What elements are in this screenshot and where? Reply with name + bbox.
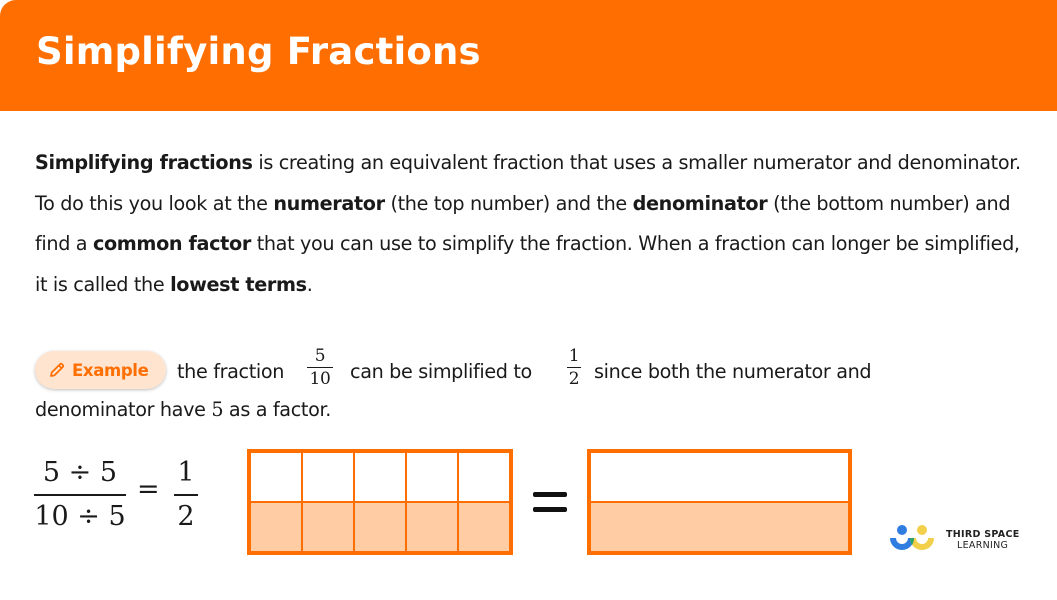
bar-model-tenths bbox=[247, 449, 513, 555]
logo-wordmark: THIRD SPACE LEARNING bbox=[946, 529, 1020, 551]
shaded-part bbox=[302, 502, 354, 552]
unshaded-part bbox=[590, 452, 849, 502]
fraction-bar bbox=[34, 494, 126, 496]
definition-text: Simplifying fractions is creating an equ… bbox=[35, 143, 1035, 305]
bar-model-halves bbox=[587, 449, 852, 555]
example-label: Example bbox=[72, 360, 149, 380]
example-text: denominator have bbox=[35, 398, 212, 421]
unshaded-part bbox=[458, 452, 510, 502]
third-space-learning-logo: THIRD SPACE LEARNING bbox=[888, 524, 1020, 556]
equation-denominator: 10 ÷ 5 bbox=[34, 501, 126, 532]
result-numerator: 1 bbox=[177, 457, 195, 488]
unshaded-part bbox=[406, 452, 458, 502]
division-fraction: 5 ÷ 5 10 ÷ 5 bbox=[34, 455, 126, 535]
equals-bar-bottom bbox=[533, 507, 567, 512]
example-text: as a factor. bbox=[223, 398, 331, 421]
shaded-part bbox=[406, 502, 458, 552]
term-lowest-terms: lowest terms bbox=[170, 272, 307, 296]
page-title: Simplifying Fractions bbox=[36, 30, 481, 73]
unshaded-part bbox=[250, 452, 302, 502]
fraction-numerator: 1 bbox=[568, 346, 580, 366]
unshaded-part bbox=[302, 452, 354, 502]
explanation-text: (the top number) and the bbox=[384, 191, 633, 215]
logo-line-2: LEARNING bbox=[957, 540, 1009, 551]
logo-line-1: THIRD SPACE bbox=[946, 529, 1020, 540]
definition-sentence: is creating an equivalent fraction that … bbox=[252, 151, 1021, 174]
equals-sign: = bbox=[137, 474, 160, 505]
shaded-part bbox=[590, 502, 849, 552]
example-badge: Example bbox=[35, 351, 166, 389]
fraction-bar bbox=[174, 494, 198, 496]
diagram-equals-sign bbox=[533, 492, 567, 512]
example-second-line: denominator have 5 as a factor. bbox=[35, 398, 331, 421]
fraction-denominator: 2 bbox=[568, 369, 580, 390]
fraction-five-tenths: 5 10 bbox=[307, 346, 333, 389]
common-factor-value: 5 bbox=[211, 398, 224, 421]
fraction-one-half: 1 2 bbox=[567, 346, 581, 389]
unshaded-part bbox=[354, 452, 406, 502]
header-banner: Simplifying Fractions bbox=[0, 0, 1057, 111]
shaded-part bbox=[250, 502, 302, 552]
fraction-bar bbox=[567, 367, 581, 369]
example-text-middle: can be simplified to bbox=[350, 360, 532, 383]
shaded-part bbox=[458, 502, 510, 552]
term-common-factor: common factor bbox=[92, 232, 251, 255]
fraction-denominator: 10 bbox=[309, 369, 331, 390]
term-numerator: numerator bbox=[273, 191, 385, 215]
equals-bar-top bbox=[533, 492, 567, 497]
shaded-part bbox=[354, 502, 406, 552]
result-denominator: 2 bbox=[177, 501, 195, 532]
pencil-icon bbox=[50, 362, 65, 377]
fraction-bar bbox=[307, 367, 333, 369]
term-simplifying-fractions: Simplifying fractions bbox=[35, 151, 253, 174]
term-denominator: denominator bbox=[632, 191, 768, 215]
explanation-text: . bbox=[306, 272, 313, 296]
fraction-numerator: 5 bbox=[314, 346, 326, 366]
logo-icon bbox=[890, 525, 934, 550]
example-text-before: the fraction bbox=[177, 360, 285, 383]
equation-numerator: 5 ÷ 5 bbox=[42, 457, 118, 488]
example-text-after: since both the numerator and bbox=[594, 360, 872, 383]
result-fraction: 1 2 bbox=[174, 455, 198, 535]
explanation-text: To do this you look at the bbox=[35, 191, 274, 215]
